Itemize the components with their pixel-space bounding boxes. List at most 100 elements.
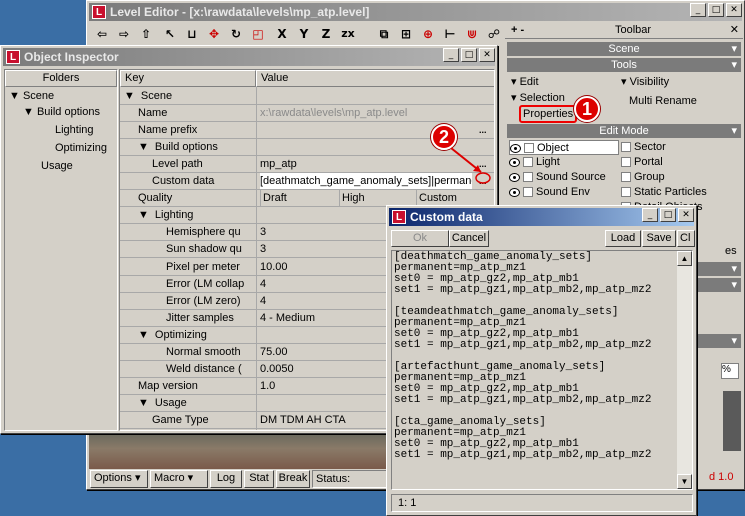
expand-toggle-icon[interactable]: ▼ — [138, 141, 149, 153]
edit-mode-object[interactable]: Object — [509, 140, 619, 155]
scale-icon[interactable]: ◰ — [247, 24, 269, 44]
tools-panel-header[interactable]: Tools ▾ — [507, 58, 741, 72]
property-key[interactable]: ▼ Scene — [124, 88, 254, 105]
snap-vertex-icon[interactable]: ⊞ — [395, 24, 417, 44]
close-icon[interactable]: ✕ — [678, 208, 694, 222]
level-editor-titlebar[interactable]: L Level Editor - [x:\rawdata\levels\mp_a… — [89, 3, 742, 21]
minimize-icon[interactable]: _ — [642, 208, 658, 222]
checkbox[interactable] — [523, 187, 533, 198]
folder-optimizing[interactable]: Optimizing — [55, 140, 107, 157]
break-button[interactable]: Break — [276, 470, 310, 488]
edit-mode-static-particles[interactable]: Static Particles — [621, 185, 741, 200]
snap-grid-icon[interactable]: ⧉ — [373, 24, 395, 44]
properties-button[interactable]: Properties — [519, 105, 578, 123]
load-button[interactable]: Load — [605, 230, 641, 247]
minimize-icon[interactable]: _ — [690, 3, 706, 17]
property-key[interactable]: Game Type — [152, 412, 254, 429]
select-cursor-icon[interactable]: ↖ — [159, 24, 181, 44]
property-key[interactable]: ▼ Optimizing — [138, 327, 254, 344]
checkbox[interactable] — [621, 157, 631, 168]
snap-normal-icon[interactable]: ⊢ — [439, 24, 461, 44]
arrow-left-icon[interactable]: ⇦ — [91, 24, 113, 44]
property-key[interactable]: Hemisphere qu — [166, 224, 254, 241]
maximize-icon[interactable]: □ — [461, 48, 477, 62]
magnet-icon[interactable]: ⋓ — [461, 24, 483, 44]
scene-panel-header[interactable]: Scene ▾ — [507, 42, 741, 56]
edit-mode-light[interactable]: Light — [509, 155, 619, 170]
arrow-right-icon[interactable]: ⇨ — [113, 24, 135, 44]
clear-button[interactable]: Cl — [677, 230, 695, 247]
property-key[interactable]: Sun shadow qu — [166, 241, 254, 258]
property-key[interactable]: ▼ Usage — [138, 395, 254, 412]
close-icon[interactable]: ✕ — [726, 3, 742, 17]
property-key[interactable]: Name — [138, 105, 254, 122]
percent-field[interactable]: % — [721, 363, 739, 379]
cancel-button[interactable]: Cancel — [449, 230, 489, 247]
eye-icon[interactable] — [510, 143, 521, 153]
checkbox[interactable] — [621, 172, 631, 183]
folder-scene[interactable]: ▼ Scene — [9, 88, 54, 105]
visibility-menu[interactable]: ▾ Visibility — [621, 75, 669, 88]
eye-icon[interactable] — [509, 172, 520, 182]
quality-option[interactable]: Draft — [260, 190, 338, 208]
folder-build-options[interactable]: ▼ Build options — [23, 104, 100, 121]
minimize-icon[interactable]: _ — [443, 48, 459, 62]
plus-minus-toggle[interactable]: + - — [511, 24, 524, 36]
eye-icon[interactable] — [509, 187, 520, 197]
key-column-header[interactable]: Key — [120, 70, 256, 87]
scroll-up-icon[interactable]: ▲ — [677, 251, 692, 266]
multi-rename-button[interactable]: Multi Rename — [629, 95, 697, 107]
snap-object-icon[interactable]: ⊕ — [417, 24, 439, 44]
property-key[interactable]: Jitter samples — [166, 310, 254, 327]
folder-lighting[interactable]: Lighting — [55, 122, 94, 139]
arrow-up-icon[interactable]: ⇧ — [135, 24, 157, 44]
property-value[interactable]: x:\rawdata\levels\mp_atp.level — [260, 105, 490, 122]
close-icon[interactable]: ✕ — [479, 48, 495, 62]
maximize-icon[interactable]: □ — [660, 208, 676, 222]
log-button[interactable]: Log — [210, 470, 242, 488]
edit-menu[interactable]: ▾ Edit — [511, 75, 539, 88]
property-key[interactable]: Weld distance ( — [166, 361, 254, 378]
custom-data-textarea[interactable]: [deathmatch_game_anomaly_sets] permanent=… — [391, 250, 693, 490]
add-object-icon[interactable]: ⊔ — [181, 24, 203, 44]
ok-button[interactable]: Ok — [391, 230, 449, 247]
axis-zx-icon[interactable]: zx — [337, 24, 359, 44]
expand-toggle-icon[interactable]: ▼ — [124, 90, 135, 102]
expand-toggle-icon[interactable]: ▼ — [138, 329, 149, 341]
property-value[interactable]: [deathmatch_game_anomaly_sets]|permanent — [260, 173, 472, 191]
property-value[interactable] — [260, 88, 490, 105]
maximize-icon[interactable]: □ — [708, 3, 724, 17]
property-key[interactable]: Error (LM zero) — [166, 293, 254, 310]
property-key[interactable]: Quality — [138, 190, 254, 207]
scroll-down-icon[interactable]: ▼ — [677, 474, 692, 489]
property-key[interactable]: Map version — [138, 378, 254, 395]
selection-menu[interactable]: ▾ Selection — [511, 91, 565, 104]
checkbox[interactable] — [523, 172, 533, 183]
property-key[interactable]: Error (LM collap — [166, 276, 254, 293]
vertical-scrollbar[interactable]: ▲ ▼ — [677, 251, 692, 489]
edit-mode-portal[interactable]: Portal — [621, 155, 741, 170]
checkbox[interactable] — [523, 157, 533, 168]
checkbox[interactable] — [524, 143, 534, 154]
edit-mode-sound-source[interactable]: Sound Source — [509, 170, 619, 185]
ellipsis-button[interactable]: ... — [479, 122, 493, 139]
object-inspector-titlebar[interactable]: L Object Inspector — [3, 48, 495, 66]
move-icon[interactable]: ✥ — [203, 24, 225, 44]
eye-icon[interactable] — [509, 157, 520, 167]
property-key[interactable]: ▼ Lighting — [138, 207, 254, 224]
axis-z-icon[interactable]: Z — [315, 24, 337, 44]
rotate-icon[interactable]: ↻ — [225, 24, 247, 44]
link-icon[interactable]: ☍ — [483, 24, 505, 44]
property-key[interactable]: Level path — [152, 156, 254, 173]
macro-menu-button[interactable]: Macro ▾ — [150, 470, 208, 488]
property-key[interactable]: Normal smooth — [166, 344, 254, 361]
folders-header[interactable]: Folders — [5, 70, 117, 87]
property-key[interactable]: Pixel per meter — [166, 259, 254, 276]
checkbox[interactable] — [621, 187, 631, 198]
save-button[interactable]: Save — [642, 230, 676, 247]
property-key[interactable]: ▼ Build options — [138, 139, 254, 156]
axis-y-icon[interactable]: Y — [293, 24, 315, 44]
expand-toggle-icon[interactable]: ▼ — [138, 397, 149, 409]
edit-mode-sector[interactable]: Sector — [621, 140, 741, 155]
property-key[interactable]: Custom data — [152, 173, 254, 190]
